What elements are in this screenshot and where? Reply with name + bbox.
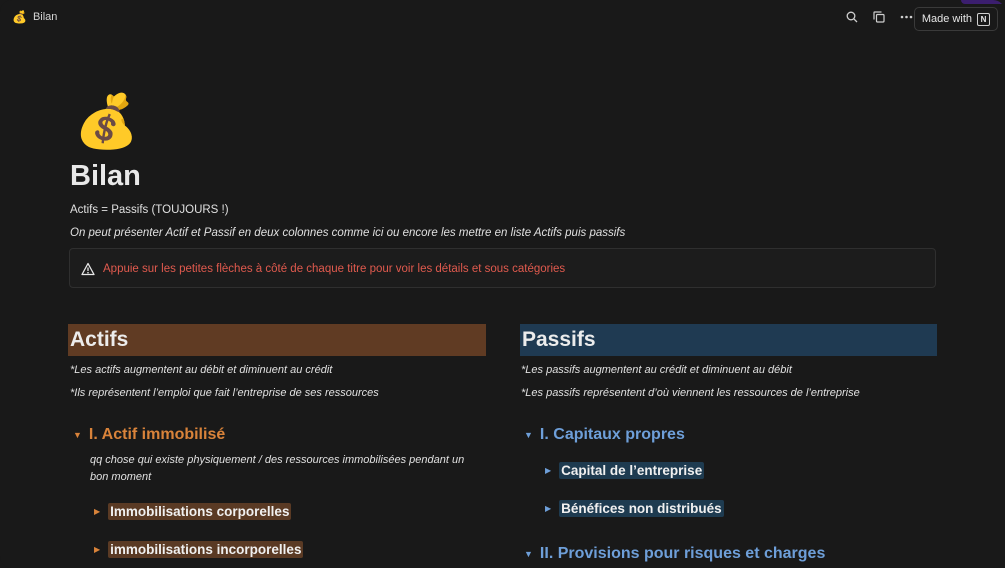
toggle-closed-icon[interactable]: ▶	[94, 507, 100, 516]
toggle-closed-icon[interactable]: ▶	[545, 466, 551, 475]
topbar: 💰 Bilan Made with N	[0, 0, 1005, 36]
toggle-closed-icon[interactable]: ▶	[545, 504, 551, 513]
capital-entreprise-heading: Capital de l’entreprise	[559, 462, 705, 479]
actifs-heading: Actifs	[68, 324, 486, 356]
callout-text: Appuie sur les petites flèches à côté de…	[103, 263, 566, 275]
topbar-actions	[845, 10, 913, 24]
toggle-capitaux-propres[interactable]: ▼ I. Capitaux propres	[524, 426, 685, 444]
more-icon[interactable]	[899, 10, 913, 24]
toggle-provisions[interactable]: ▼ II. Provisions pour risques et charges	[524, 545, 825, 563]
toggle-open-icon[interactable]: ▼	[524, 430, 533, 440]
breadcrumb-title[interactable]: Bilan	[33, 11, 57, 23]
page-title: Bilan	[70, 160, 141, 192]
toggle-open-icon[interactable]: ▼	[73, 430, 82, 440]
page-emoji-icon[interactable]: 💰	[74, 92, 139, 152]
callout-block: Appuie sur les petites flèches à côté de…	[69, 248, 936, 288]
capitaux-propres-heading: I. Capitaux propres	[539, 426, 685, 443]
provisions-heading: II. Provisions pour risques et charges	[539, 545, 826, 562]
actifs-note-1: *Les actifs augmentent au débit et dimin…	[70, 364, 333, 376]
passifs-note-1: *Les passifs augmentent au crédit et dim…	[521, 364, 792, 376]
immobilisations-corporelles-heading: Immobilisations corporelles	[108, 503, 292, 520]
passifs-heading: Passifs	[520, 324, 937, 356]
toggle-closed-icon[interactable]: ▶	[94, 545, 100, 554]
toggle-immobilisations-incorporelles[interactable]: ▶ immobilisations incorporelles	[94, 541, 304, 558]
toggle-actif-immobilise[interactable]: ▼ I. Actif immobilisé	[73, 426, 225, 444]
toggle-capital-entreprise[interactable]: ▶ Capital de l’entreprise	[545, 462, 705, 479]
warning-icon	[81, 262, 95, 276]
breadcrumb[interactable]: 💰 Bilan	[12, 10, 57, 24]
actifs-note-2: *Ils représentent l’emploi que fait l’en…	[70, 387, 379, 399]
benefices-non-distribues-heading: Bénéfices non distribués	[559, 500, 724, 517]
actif-immobilise-heading: I. Actif immobilisé	[88, 426, 226, 443]
breadcrumb-page-icon: 💰	[12, 10, 27, 24]
notion-logo-icon: N	[977, 12, 990, 26]
intro-line-1: Actifs = Passifs (TOUJOURS !)	[70, 204, 229, 216]
intro-line-2: On peut présenter Actif et Passif en deu…	[70, 227, 626, 239]
toggle-open-icon[interactable]: ▼	[524, 549, 533, 559]
toggle-immobilisations-corporelles[interactable]: ▶ Immobilisations corporelles	[94, 503, 292, 520]
made-with-notion-button[interactable]: Made with N	[913, 7, 998, 31]
made-with-label: Made with	[921, 13, 972, 25]
notion-page-window: 💰 Bilan Made with N 💰 Bilan Actifs = Pas…	[0, 0, 1005, 568]
passifs-note-2: *Les passifs représentent d’où viennent …	[521, 387, 860, 399]
immobilisations-incorporelles-heading: immobilisations incorporelles	[108, 541, 304, 558]
actif-immobilise-description: qq chose qui existe physiquement / des r…	[90, 454, 465, 483]
duplicate-icon[interactable]	[872, 10, 886, 24]
search-icon[interactable]	[845, 10, 859, 24]
toggle-benefices-non-distribues[interactable]: ▶ Bénéfices non distribués	[545, 500, 724, 517]
